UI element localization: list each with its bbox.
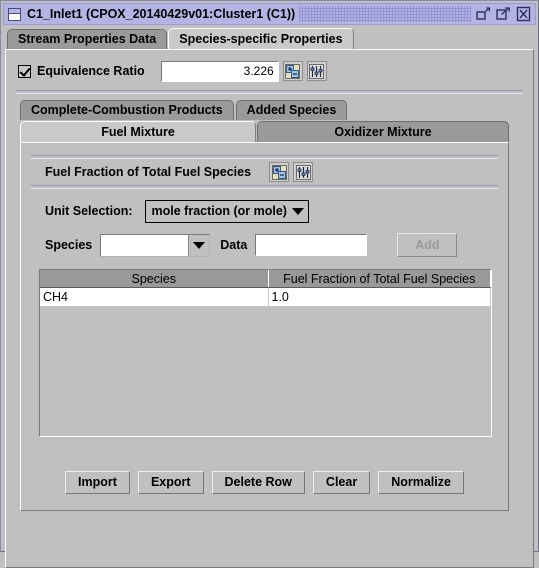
tab-oxidizer-mixture[interactable]: Oxidizer Mixture (257, 121, 509, 142)
tab-label: Species-specific Properties (179, 32, 343, 46)
cell-fuel-fraction[interactable]: 1.0 (268, 287, 491, 307)
import-button[interactable]: Import (65, 471, 130, 494)
plus-minus-icon[interactable] (269, 162, 290, 182)
clear-button[interactable]: Clear (312, 471, 371, 494)
tab-label: Fuel Mixture (101, 125, 175, 139)
equivalence-ratio-checkbox[interactable] (18, 64, 31, 78)
fuel-mixture-panel: Fuel Fraction of Total Fuel Species Unit… (20, 142, 509, 511)
species-dropdown[interactable] (100, 233, 211, 257)
mixture-tab-group: Complete-Combustion Products Added Speci… (20, 99, 533, 142)
tab-label: Oxidizer Mixture (334, 125, 432, 139)
tab-label: Stream Properties Data (18, 32, 157, 46)
inner-tab-bar-row2[interactable]: Fuel Mixture Oxidizer Mixture (20, 120, 509, 142)
table-header-row: Species Fuel Fraction of Total Fuel Spec… (40, 270, 491, 288)
column-header-species[interactable]: Species (40, 270, 269, 288)
export-button[interactable]: Export (137, 471, 204, 494)
tab-added-species[interactable]: Added Species (235, 100, 348, 120)
equivalence-ratio-row: Equivalence Ratio 3.226 (18, 60, 533, 82)
maximize-button[interactable] (495, 6, 512, 22)
window-title: C1_Inlet1 (CPOX_20140429v01:Cluster1 (C1… (27, 7, 296, 21)
delete-row-button[interactable]: Delete Row (211, 471, 305, 494)
table-row[interactable]: CH4 1.0 (40, 287, 491, 307)
window-icon (8, 7, 21, 21)
sliders-icon[interactable] (293, 162, 314, 182)
equivalence-ratio-label: Equivalence Ratio (37, 64, 145, 78)
title-bar[interactable]: C1_Inlet1 (CPOX_20140429v01:Cluster1 (C1… (3, 3, 536, 25)
separator (16, 90, 523, 94)
tab-label: Added Species (246, 103, 337, 117)
chevron-down-icon (188, 234, 210, 256)
equivalence-ratio-input[interactable]: 3.226 (160, 60, 279, 82)
dialog-window: C1_Inlet1 (CPOX_20140429v01:Cluster1 (C1… (0, 0, 539, 568)
species-table[interactable]: Species Fuel Fraction of Total Fuel Spec… (39, 269, 492, 437)
unit-selection-value: mole fraction (or mole) (151, 204, 287, 218)
plus-minus-icon[interactable] (282, 61, 303, 81)
title-bar-texture (299, 6, 471, 22)
fuel-fraction-row: Fuel Fraction of Total Fuel Species (45, 159, 508, 185)
inner-tab-bar-row1[interactable]: Complete-Combustion Products Added Speci… (20, 99, 533, 120)
tab-stream-properties-data[interactable]: Stream Properties Data (7, 29, 168, 49)
unit-selection-label: Unit Selection: (45, 204, 133, 218)
unit-selection-row: Unit Selection: mole fraction (or mole) (45, 199, 508, 223)
data-label: Data (220, 238, 248, 252)
fuel-fraction-label: Fuel Fraction of Total Fuel Species (45, 165, 252, 179)
column-header-fuel-fraction[interactable]: Fuel Fraction of Total Fuel Species (268, 270, 491, 288)
close-button[interactable] (515, 6, 532, 22)
add-button[interactable]: Add (397, 233, 458, 257)
sliders-icon[interactable] (306, 61, 327, 81)
tab-fuel-mixture[interactable]: Fuel Mixture (20, 121, 256, 142)
unit-selection-dropdown[interactable]: mole fraction (or mole) (144, 199, 309, 223)
tab-label: Complete-Combustion Products (31, 103, 223, 117)
separator-bottom (31, 185, 498, 189)
outer-tab-bar[interactable]: Stream Properties Data Species-specific … (7, 28, 538, 49)
species-label: Species (45, 238, 93, 252)
chevron-down-icon (288, 207, 308, 215)
tab-species-specific-properties[interactable]: Species-specific Properties (168, 28, 354, 49)
table-action-buttons: Import Export Delete Row Clear Normalize (21, 471, 508, 494)
species-properties-panel: Equivalence Ratio 3.226 Complete-Combust… (5, 49, 534, 568)
minimize-button[interactable] (475, 6, 492, 22)
data-input[interactable] (255, 234, 368, 256)
species-entry-row: Species Data Add (45, 233, 508, 257)
cell-species[interactable]: CH4 (40, 287, 269, 307)
normalize-button[interactable]: Normalize (378, 471, 464, 494)
tab-complete-combustion-products[interactable]: Complete-Combustion Products (20, 100, 234, 120)
